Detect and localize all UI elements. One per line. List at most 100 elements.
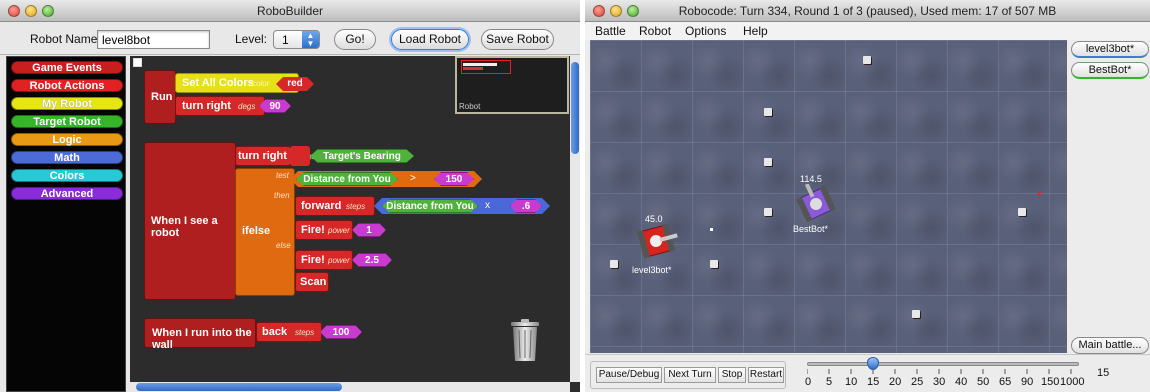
category-colors[interactable]: Colors (11, 169, 123, 182)
menu-bar: Battle Robot Options Help (585, 22, 1150, 40)
robobuilder-titlebar: RoboBuilder (0, 0, 580, 22)
run-label: Run (151, 91, 173, 103)
speed-tick-label: 65 (999, 376, 1012, 388)
speed-tick-label: 40 (955, 376, 968, 388)
ground-mark (710, 260, 718, 268)
zoom-window-icon[interactable] (627, 5, 639, 17)
horizontal-scroll-thumb[interactable] (136, 383, 342, 391)
horizontal-scrollbar[interactable] (130, 382, 570, 392)
see-robot-event-block[interactable]: When I see a robot (144, 142, 236, 300)
menu-battle[interactable]: Battle (595, 24, 626, 38)
category-palette: Game Events Robot Actions My Robot Targe… (6, 56, 126, 392)
fire-label-2: Fire! (301, 254, 325, 266)
set-all-colors-label: Set All Colors (182, 77, 254, 89)
next-turn-button[interactable]: Next Turn (664, 367, 716, 383)
close-window-icon[interactable] (593, 5, 605, 17)
minimap[interactable]: Robot (455, 56, 569, 114)
back-steps-value[interactable]: 100 (320, 325, 362, 339)
power-slot-label: power (328, 226, 350, 235)
category-game-events[interactable]: Game Events (11, 61, 123, 74)
category-robot-actions[interactable]: Robot Actions (11, 79, 123, 92)
minimize-window-icon[interactable] (610, 5, 622, 17)
scan-label: Scan (300, 276, 327, 288)
speed-tick-label: 1000 (1060, 376, 1085, 388)
color-value-red[interactable]: red (276, 77, 314, 91)
vertical-scroll-thumb[interactable] (571, 62, 579, 154)
back-steps-slot-label: steps (295, 328, 315, 337)
robot-name-label: Robot Name: (30, 32, 101, 46)
pause-debug-button[interactable]: Pause/Debug (596, 367, 662, 383)
forward-block[interactable]: forward steps (295, 196, 375, 216)
level-select[interactable]: 1 ▲ ▼ (273, 30, 320, 49)
distance-from-you-value[interactable]: Distance from You (296, 172, 398, 186)
turn-right-block[interactable]: turn right degs (175, 96, 265, 116)
menu-robot[interactable]: Robot (639, 24, 671, 38)
block-canvas[interactable]: Robot Run Set All Colors color red turn … (130, 56, 580, 392)
trash-icon[interactable] (508, 318, 542, 362)
ifelse-block[interactable]: ifelse test then else (235, 168, 295, 296)
wall-event-block[interactable]: When I run into the wall (144, 318, 256, 351)
speed-value: 15 (1097, 367, 1110, 379)
see-robot-label: When I see a robot (151, 215, 218, 239)
level3bot-tank-icon[interactable] (636, 222, 682, 260)
main-battle-button[interactable]: Main battle... (1071, 337, 1149, 354)
battlefield[interactable]: 114.5 BestBot* 45.0 level3bot* (590, 40, 1067, 353)
speed-slider-track[interactable] (807, 362, 1079, 366)
fire-power-value[interactable]: 1 (352, 223, 386, 237)
level3bot-name: level3bot* (632, 265, 672, 275)
speed-tick-label: 0 (805, 376, 812, 388)
bestbot-name: BestBot* (793, 224, 829, 234)
category-logic[interactable]: Logic (11, 133, 123, 146)
turn-right-block-2[interactable]: turn right degs (235, 146, 315, 166)
menu-help[interactable]: Help (743, 24, 768, 38)
else-slot-label: else (276, 241, 291, 250)
vertical-scrollbar[interactable] (570, 56, 580, 382)
scan-block[interactable]: Scan (295, 272, 329, 292)
ground-mark (764, 208, 772, 216)
degs-slot-label: degs (238, 102, 256, 111)
greater-than-sign: > (410, 173, 416, 184)
back-label: back (262, 326, 288, 338)
menu-options[interactable]: Options (685, 24, 726, 38)
color-slot-label: color (252, 79, 270, 88)
ground-mark (764, 108, 772, 116)
fire-block[interactable]: Fire! power (295, 220, 353, 240)
targets-bearing-value[interactable]: Target's Bearing (310, 149, 414, 163)
run-event-block[interactable]: Run (144, 70, 176, 124)
fire-label: Fire! (301, 224, 325, 236)
minimize-window-icon[interactable] (25, 5, 37, 17)
speed-tick-label: 30 (933, 376, 946, 388)
fire-power-value-2[interactable]: 2.5 (352, 253, 392, 267)
test-slot-label: test (276, 171, 289, 180)
fire-block-2[interactable]: Fire! power (295, 250, 353, 270)
close-window-icon[interactable] (8, 5, 20, 17)
category-my-robot[interactable]: My Robot (11, 97, 123, 110)
zoom-window-icon[interactable] (42, 5, 54, 17)
window-title: Robocode: Turn 334, Round 1 of 3 (paused… (678, 4, 1057, 18)
go-button[interactable]: Go! (334, 29, 376, 50)
speed-tick-label: 150 (1041, 376, 1060, 388)
category-advanced[interactable]: Advanced (11, 187, 123, 200)
speed-tick-label: 50 (977, 376, 990, 388)
ifelse-label: ifelse (242, 225, 271, 237)
canvas-collapse-icon[interactable] (133, 58, 142, 67)
load-robot-button[interactable]: Load Robot (391, 29, 469, 50)
ground-mark (610, 260, 618, 268)
ground-mark (912, 310, 920, 318)
robot-button-bestbot[interactable]: BestBot* (1071, 62, 1149, 79)
speed-tick-label: 15 (867, 376, 880, 388)
wall-label: When I run into the wall (152, 327, 252, 351)
save-robot-button[interactable]: Save Robot (481, 29, 554, 50)
robot-name-input[interactable] (97, 30, 210, 49)
robot-button-level3bot[interactable]: level3bot* (1071, 41, 1149, 58)
category-math[interactable]: Math (11, 151, 123, 164)
bestbot-energy: 114.5 (800, 174, 822, 184)
bestbot-tank-icon[interactable] (796, 184, 836, 224)
back-block[interactable]: back steps (256, 322, 322, 342)
restart-button[interactable]: Restart (748, 367, 784, 383)
category-target-robot[interactable]: Target Robot (11, 115, 123, 128)
stop-button[interactable]: Stop (718, 367, 746, 383)
level-select-value: 1 (282, 33, 289, 47)
distance-threshold-value[interactable]: 150 (434, 172, 474, 186)
distance-from-you-value-2[interactable]: Distance from You (382, 199, 478, 213)
